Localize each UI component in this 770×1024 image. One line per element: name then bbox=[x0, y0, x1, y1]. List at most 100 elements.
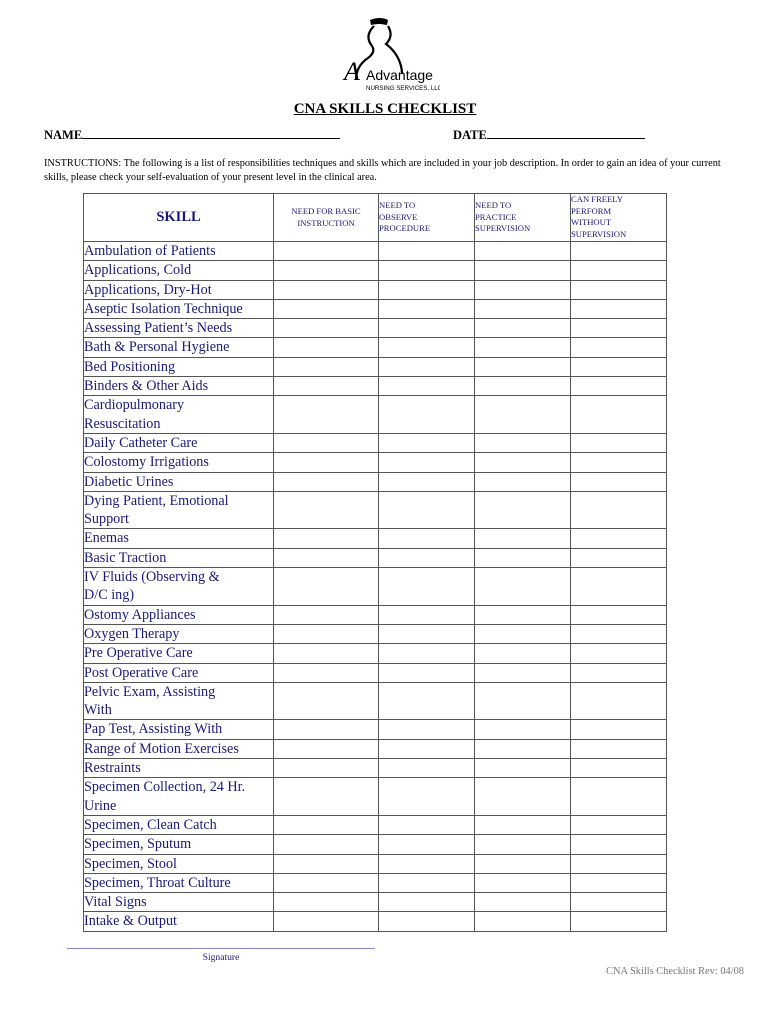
check-need-basic-instruction[interactable] bbox=[273, 547, 379, 569]
check-need-observe-procedure[interactable] bbox=[378, 432, 475, 454]
check-need-practice-supervision[interactable] bbox=[474, 777, 571, 816]
check-need-practice-supervision[interactable] bbox=[474, 738, 571, 760]
check-need-observe-procedure[interactable] bbox=[378, 356, 475, 378]
check-can-perform-freely[interactable] bbox=[570, 777, 667, 816]
check-need-basic-instruction[interactable] bbox=[273, 681, 379, 721]
check-need-practice-supervision[interactable] bbox=[474, 834, 571, 855]
check-need-practice-supervision[interactable] bbox=[474, 260, 571, 281]
check-need-observe-procedure[interactable] bbox=[378, 528, 475, 549]
check-can-perform-freely[interactable] bbox=[570, 356, 667, 378]
check-need-practice-supervision[interactable] bbox=[474, 395, 571, 434]
check-can-perform-freely[interactable] bbox=[570, 471, 667, 492]
check-need-basic-instruction[interactable] bbox=[273, 834, 379, 855]
check-need-observe-procedure[interactable] bbox=[378, 260, 475, 281]
check-need-practice-supervision[interactable] bbox=[474, 814, 571, 836]
check-need-practice-supervision[interactable] bbox=[474, 528, 571, 549]
check-need-practice-supervision[interactable] bbox=[474, 432, 571, 454]
check-need-observe-procedure[interactable] bbox=[378, 490, 475, 530]
check-need-practice-supervision[interactable] bbox=[474, 604, 571, 625]
check-need-basic-instruction[interactable] bbox=[273, 738, 379, 760]
check-need-observe-procedure[interactable] bbox=[378, 662, 475, 683]
check-need-observe-procedure[interactable] bbox=[378, 471, 475, 492]
check-can-perform-freely[interactable] bbox=[570, 547, 667, 569]
check-need-basic-instruction[interactable] bbox=[273, 471, 379, 492]
check-can-perform-freely[interactable] bbox=[570, 872, 667, 894]
name-field[interactable]: NAME bbox=[44, 127, 341, 143]
check-can-perform-freely[interactable] bbox=[570, 279, 667, 300]
check-need-practice-supervision[interactable] bbox=[474, 298, 571, 320]
check-need-practice-supervision[interactable] bbox=[474, 318, 571, 339]
check-need-basic-instruction[interactable] bbox=[273, 395, 379, 434]
check-need-observe-procedure[interactable] bbox=[378, 738, 475, 760]
check-need-observe-procedure[interactable] bbox=[378, 279, 475, 300]
check-need-basic-instruction[interactable] bbox=[273, 376, 379, 397]
check-need-basic-instruction[interactable] bbox=[273, 490, 379, 530]
date-field[interactable]: DATE bbox=[453, 127, 645, 143]
check-can-perform-freely[interactable] bbox=[570, 814, 667, 836]
check-need-practice-supervision[interactable] bbox=[474, 471, 571, 492]
check-need-observe-procedure[interactable] bbox=[378, 240, 475, 262]
check-need-practice-supervision[interactable] bbox=[474, 240, 571, 262]
check-need-practice-supervision[interactable] bbox=[474, 872, 571, 894]
check-need-practice-supervision[interactable] bbox=[474, 758, 571, 779]
check-need-practice-supervision[interactable] bbox=[474, 356, 571, 378]
check-can-perform-freely[interactable] bbox=[570, 604, 667, 625]
check-need-basic-instruction[interactable] bbox=[273, 452, 379, 473]
check-need-practice-supervision[interactable] bbox=[474, 376, 571, 397]
check-need-basic-instruction[interactable] bbox=[273, 298, 379, 320]
check-need-observe-procedure[interactable] bbox=[378, 758, 475, 779]
check-need-observe-procedure[interactable] bbox=[378, 719, 475, 740]
check-need-basic-instruction[interactable] bbox=[273, 892, 379, 913]
check-need-practice-supervision[interactable] bbox=[474, 337, 571, 358]
check-need-observe-procedure[interactable] bbox=[378, 911, 475, 932]
check-need-practice-supervision[interactable] bbox=[474, 892, 571, 913]
check-can-perform-freely[interactable] bbox=[570, 337, 667, 358]
check-need-practice-supervision[interactable] bbox=[474, 279, 571, 300]
check-can-perform-freely[interactable] bbox=[570, 643, 667, 664]
check-need-practice-supervision[interactable] bbox=[474, 490, 571, 530]
check-can-perform-freely[interactable] bbox=[570, 681, 667, 721]
check-need-basic-instruction[interactable] bbox=[273, 853, 379, 874]
check-can-perform-freely[interactable] bbox=[570, 911, 667, 932]
check-need-practice-supervision[interactable] bbox=[474, 567, 571, 606]
check-need-practice-supervision[interactable] bbox=[474, 623, 571, 645]
check-need-basic-instruction[interactable] bbox=[273, 240, 379, 262]
check-need-basic-instruction[interactable] bbox=[273, 777, 379, 816]
check-need-observe-procedure[interactable] bbox=[378, 337, 475, 358]
check-need-basic-instruction[interactable] bbox=[273, 260, 379, 281]
check-can-perform-freely[interactable] bbox=[570, 528, 667, 549]
check-need-practice-supervision[interactable] bbox=[474, 662, 571, 683]
check-need-observe-procedure[interactable] bbox=[378, 298, 475, 320]
check-need-observe-procedure[interactable] bbox=[378, 567, 475, 606]
check-need-observe-procedure[interactable] bbox=[378, 395, 475, 434]
check-need-basic-instruction[interactable] bbox=[273, 528, 379, 549]
check-need-basic-instruction[interactable] bbox=[273, 604, 379, 625]
check-can-perform-freely[interactable] bbox=[570, 490, 667, 530]
check-can-perform-freely[interactable] bbox=[570, 853, 667, 874]
check-can-perform-freely[interactable] bbox=[570, 758, 667, 779]
check-need-basic-instruction[interactable] bbox=[273, 662, 379, 683]
check-can-perform-freely[interactable] bbox=[570, 662, 667, 683]
check-need-basic-instruction[interactable] bbox=[273, 872, 379, 894]
check-need-practice-supervision[interactable] bbox=[474, 853, 571, 874]
check-can-perform-freely[interactable] bbox=[570, 738, 667, 760]
check-need-observe-procedure[interactable] bbox=[378, 623, 475, 645]
check-need-basic-instruction[interactable] bbox=[273, 643, 379, 664]
check-need-observe-procedure[interactable] bbox=[378, 777, 475, 816]
name-input-line[interactable] bbox=[82, 127, 341, 139]
check-need-practice-supervision[interactable] bbox=[474, 452, 571, 473]
check-can-perform-freely[interactable] bbox=[570, 623, 667, 645]
check-need-practice-supervision[interactable] bbox=[474, 547, 571, 569]
check-can-perform-freely[interactable] bbox=[570, 318, 667, 339]
check-can-perform-freely[interactable] bbox=[570, 395, 667, 434]
check-need-observe-procedure[interactable] bbox=[378, 376, 475, 397]
check-need-practice-supervision[interactable] bbox=[474, 643, 571, 664]
check-can-perform-freely[interactable] bbox=[570, 240, 667, 262]
check-can-perform-freely[interactable] bbox=[570, 376, 667, 397]
check-need-observe-procedure[interactable] bbox=[378, 318, 475, 339]
date-input-line[interactable] bbox=[486, 127, 645, 139]
check-need-observe-procedure[interactable] bbox=[378, 834, 475, 855]
check-need-basic-instruction[interactable] bbox=[273, 814, 379, 836]
check-need-basic-instruction[interactable] bbox=[273, 758, 379, 779]
check-need-basic-instruction[interactable] bbox=[273, 279, 379, 300]
